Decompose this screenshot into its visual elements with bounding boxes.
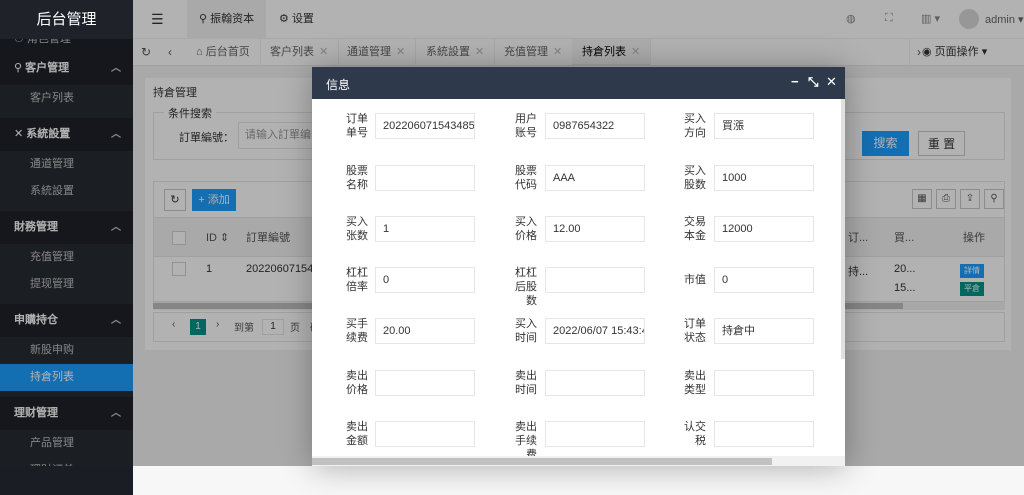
- modal-form: 订单单号 2022060715434855397 用户账号 0987654322 买入方…: [312, 99, 845, 461]
- field-label: 买入张数: [346, 216, 368, 242]
- field-label: 买入方向: [684, 113, 706, 139]
- field-label: 交易本金: [684, 216, 706, 242]
- field-label: 买入价格: [515, 216, 537, 242]
- field-input[interactable]: [375, 370, 475, 396]
- bottom-area: [0, 466, 1024, 495]
- field-label: 用户账号: [515, 113, 537, 139]
- field-label: 卖出价格: [346, 370, 368, 396]
- field-input[interactable]: 2022060715434855397: [375, 113, 475, 139]
- modal-header: 信息 − ⤡ ✕: [312, 67, 845, 99]
- modal-horizontal-scrollbar[interactable]: [312, 456, 845, 466]
- field-input[interactable]: [714, 370, 814, 396]
- field-input[interactable]: 0987654322: [545, 113, 645, 139]
- app-logo: 后台管理: [0, 0, 133, 39]
- close-icon[interactable]: ✕: [826, 74, 837, 90]
- field-label: 买手续费: [346, 318, 368, 344]
- field-label: 股票代码: [515, 165, 537, 191]
- field-label: 卖出时间: [515, 370, 537, 396]
- field-label: 买入时间: [515, 318, 537, 344]
- field-label: 股票名称: [346, 165, 368, 191]
- field-label: 卖出类型: [684, 370, 706, 396]
- modal-vertical-scrollbar[interactable]: [841, 99, 845, 359]
- field-input[interactable]: [545, 267, 645, 293]
- field-label: 买入股数: [684, 165, 706, 191]
- field-label: 杠杠后股数: [515, 267, 537, 307]
- field-input[interactable]: 1: [375, 216, 475, 242]
- info-modal: 信息 − ⤡ ✕ 订单单号 2022060715434855397 用户账号 0987…: [312, 67, 845, 466]
- field-label: 订单状态: [684, 318, 706, 344]
- modal-title: 信息: [326, 78, 351, 92]
- field-input[interactable]: 20.00: [375, 318, 475, 344]
- field-input[interactable]: AAA: [545, 165, 645, 191]
- field-input[interactable]: 2022/06/07 15:43:48: [545, 318, 645, 344]
- field-input[interactable]: 0: [714, 267, 814, 293]
- field-input[interactable]: [545, 421, 645, 447]
- field-input[interactable]: 0: [375, 267, 475, 293]
- field-input[interactable]: [545, 370, 645, 396]
- field-input[interactable]: 12.00: [545, 216, 645, 242]
- field-label: 卖出金额: [346, 421, 368, 447]
- field-label: 杠杠倍率: [346, 267, 368, 293]
- field-input[interactable]: [375, 165, 475, 191]
- field-input[interactable]: 買漲: [714, 113, 814, 139]
- field-label: 市值: [684, 274, 706, 286]
- field-label: 订单单号: [346, 113, 368, 139]
- field-input[interactable]: [375, 421, 475, 447]
- field-label: 认交税: [684, 421, 706, 447]
- field-input[interactable]: [714, 421, 814, 447]
- minimize-icon[interactable]: −: [791, 74, 799, 89]
- restore-icon[interactable]: ⤡: [808, 74, 818, 90]
- field-input[interactable]: 持倉中: [714, 318, 814, 344]
- field-input[interactable]: 12000: [714, 216, 814, 242]
- field-input[interactable]: 1000: [714, 165, 814, 191]
